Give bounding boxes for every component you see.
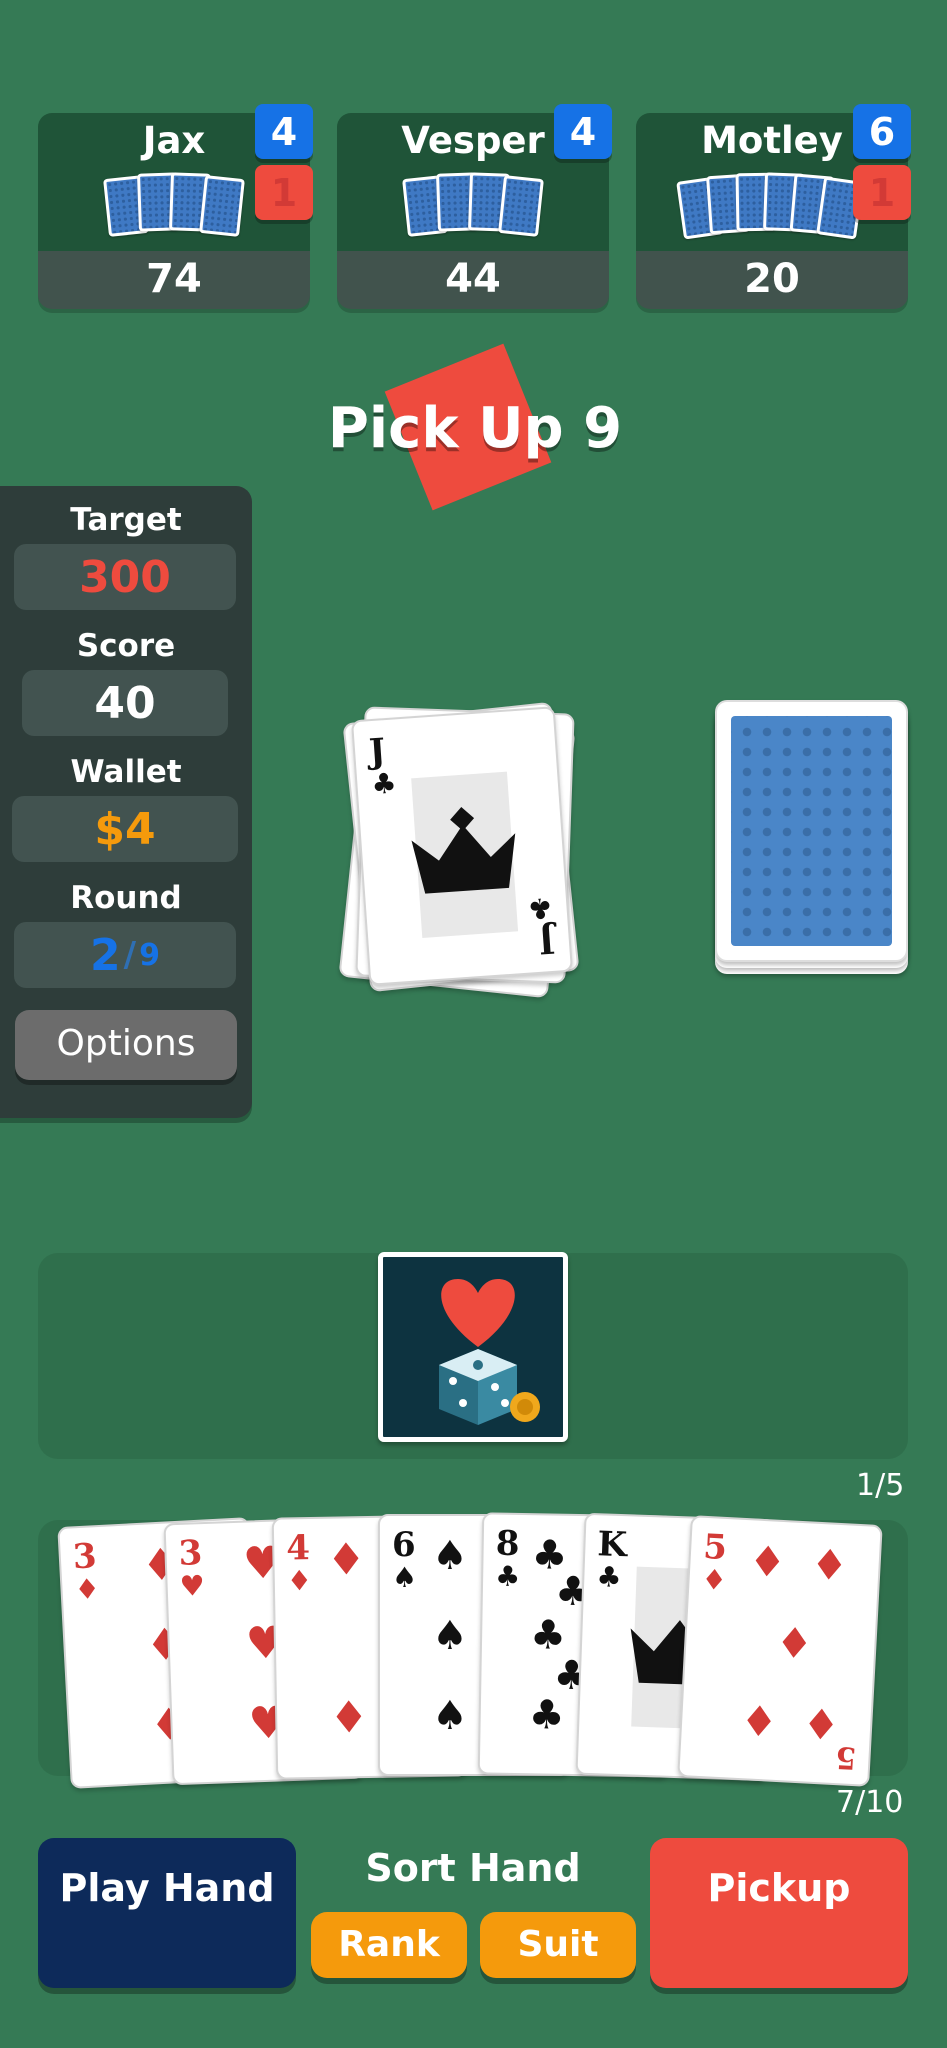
heart-dice-joker-icon bbox=[439, 1279, 540, 1425]
sort-suit-button[interactable]: Suit bbox=[480, 1912, 636, 1978]
diamond-suit-icon: ♦ bbox=[328, 1692, 370, 1744]
card-back-pattern bbox=[731, 716, 892, 946]
card-rank: K bbox=[596, 1524, 628, 1566]
penalty-badge: 1 bbox=[255, 165, 313, 220]
hand-card-5-diamonds[interactable]: 5 ♦ ♦ ♦ ♦ ♦ ♦ 5 bbox=[677, 1515, 883, 1787]
spade-suit-icon: ♠ bbox=[392, 1561, 418, 1594]
diamond-suit-icon: ♦ bbox=[326, 1534, 367, 1586]
diamond-suit-icon: ♦ bbox=[700, 1562, 728, 1598]
club-suit-icon: ♣ bbox=[494, 1559, 521, 1594]
card-count-badge: 6 bbox=[853, 104, 911, 159]
round-current: 2 bbox=[90, 929, 121, 981]
opponent-score: 74 bbox=[146, 256, 202, 302]
diamond-suit-icon: ♦ bbox=[800, 1699, 842, 1751]
sort-rank-button[interactable]: Rank bbox=[311, 1912, 467, 1978]
play-hand-button[interactable]: Play Hand bbox=[38, 1838, 296, 1988]
card-rank: 5 bbox=[702, 1526, 729, 1569]
discard-top-card[interactable]: J ♣ J ♣ bbox=[350, 706, 574, 986]
card-count-badge: 4 bbox=[554, 104, 612, 159]
target-label: Target bbox=[70, 502, 182, 538]
card-rank-bottom: J bbox=[537, 919, 557, 961]
opponent-score: 44 bbox=[445, 256, 501, 302]
target-value: 300 bbox=[14, 544, 236, 610]
club-suit-icon: ♣ bbox=[370, 766, 398, 802]
round-total: 9 bbox=[139, 937, 160, 973]
stats-panel: Target 300 Score 40 Wallet $4 Round 2 / … bbox=[0, 486, 252, 1118]
opponent-card-back bbox=[498, 175, 544, 237]
round-separator: / bbox=[123, 935, 137, 975]
sort-hand-label: Sort Hand bbox=[365, 1846, 581, 1890]
card-rank: J bbox=[367, 731, 387, 773]
joker-card[interactable] bbox=[378, 1252, 568, 1442]
diamond-suit-icon: ♦ bbox=[73, 1572, 101, 1607]
opponent-score: 20 bbox=[744, 256, 800, 302]
hand-size-counter: 7/10 bbox=[836, 1785, 904, 1820]
club-suit-icon: ♣ bbox=[595, 1560, 623, 1595]
club-suit-icon: ♣ bbox=[528, 1691, 566, 1739]
card-rank: 3 bbox=[177, 1533, 203, 1574]
diamond-suit-icon: ♦ bbox=[286, 1564, 313, 1598]
diamond-suit-icon: ♦ bbox=[809, 1539, 850, 1591]
opponent-panel-vesper: Vesper 44 4 bbox=[337, 104, 612, 309]
crown-icon bbox=[411, 806, 516, 894]
club-suit-icon: ♣ bbox=[526, 890, 554, 926]
card-rank: 3 bbox=[71, 1536, 98, 1578]
score-label: Score bbox=[76, 628, 176, 664]
heart-suit-icon: ♥ bbox=[179, 1569, 206, 1603]
pick-up-banner: Pick Up 9 bbox=[327, 396, 623, 461]
round-value: 2 / 9 bbox=[14, 922, 236, 988]
diamond-suit-icon: ♦ bbox=[739, 1696, 780, 1747]
spade-suit-icon: ♠ bbox=[432, 1612, 468, 1659]
options-button[interactable]: Options bbox=[15, 1010, 237, 1080]
penalty-badge: 1 bbox=[853, 165, 911, 220]
spade-suit-icon: ♠ bbox=[432, 1692, 468, 1739]
club-suit-icon: ♣ bbox=[529, 1611, 567, 1659]
opponent-card-back bbox=[199, 175, 245, 237]
diamond-suit-icon: ♦ bbox=[747, 1536, 788, 1588]
round-label: Round bbox=[70, 880, 182, 916]
card-rank-bottom: 5 bbox=[834, 1739, 858, 1776]
spade-suit-icon: ♠ bbox=[432, 1532, 468, 1579]
draw-deck[interactable] bbox=[715, 700, 908, 962]
wallet-value: $4 bbox=[12, 796, 238, 862]
score-value: 40 bbox=[22, 670, 228, 736]
card-rank: 6 bbox=[392, 1525, 416, 1565]
diamond-suit-icon: ♦ bbox=[774, 1617, 815, 1669]
card-count-badge: 4 bbox=[255, 104, 313, 159]
pickup-button[interactable]: Pickup bbox=[650, 1838, 908, 1988]
opponent-panel-jax: Jax 74 4 1 bbox=[38, 104, 313, 309]
joker-counter: 1/5 bbox=[856, 1468, 905, 1503]
card-rank: 4 bbox=[285, 1528, 311, 1569]
opponent-panel-motley: Motley 20 6 1 bbox=[636, 104, 911, 309]
card-rank: 8 bbox=[495, 1523, 520, 1564]
wallet-label: Wallet bbox=[70, 754, 182, 790]
